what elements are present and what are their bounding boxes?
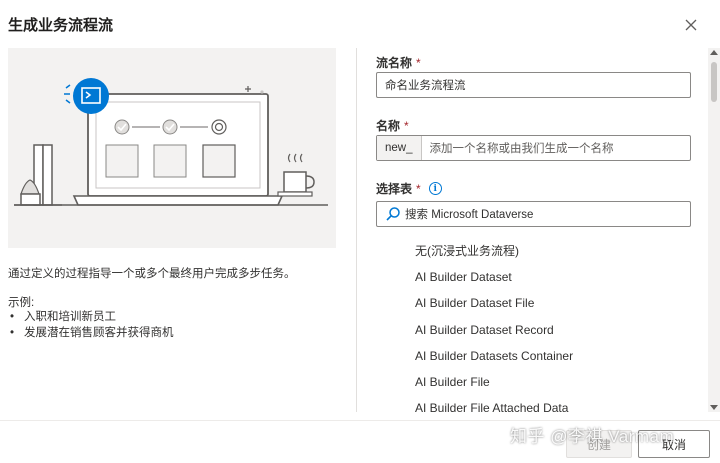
dialog-title: 生成业务流程流 (8, 17, 114, 34)
flow-name-label: 流名称 * (376, 55, 421, 71)
required-mark: * (404, 118, 409, 133)
bullet-icon: • (10, 327, 15, 339)
scroll-down-icon[interactable] (710, 405, 718, 410)
flow-name-value: 命名业务流程流 (385, 80, 466, 92)
illustration (8, 48, 336, 248)
name-label: 名称 * (376, 118, 409, 134)
close-icon (685, 19, 697, 31)
list-item[interactable]: AI Builder Dataset Record (376, 317, 702, 343)
table-search-input[interactable]: 搜索 Microsoft Dataverse (376, 201, 691, 227)
scroll-thumb[interactable] (711, 62, 717, 102)
list-item[interactable]: AI Builder File (376, 369, 702, 395)
list-item[interactable]: 无(沉浸式业务流程) (376, 238, 702, 264)
table-search-placeholder: 搜索 Microsoft Dataverse (405, 209, 534, 221)
divider (356, 48, 357, 412)
name-input[interactable]: new_ 添加一个名称或由我们生成一个名称 (376, 135, 691, 161)
scroll-up-icon[interactable] (710, 50, 718, 55)
info-icon[interactable]: i (428, 182, 442, 195)
list-item[interactable]: AI Builder File Attached Data (376, 395, 702, 421)
scrollbar[interactable] (708, 48, 720, 412)
footer-divider (0, 420, 720, 421)
list-item[interactable]: AI Builder Dataset File (376, 290, 702, 316)
name-prefix: new_ (377, 136, 422, 160)
close-button[interactable] (680, 14, 702, 36)
list-item[interactable]: AI Builder Datasets Container (376, 343, 702, 369)
bullet-icon: • (10, 311, 15, 323)
select-table-label: 选择表 * i (376, 180, 442, 197)
list-item: • 发展潜在销售顾客并获得商机 (10, 327, 174, 339)
flow-name-input[interactable]: 命名业务流程流 (376, 72, 691, 98)
search-icon (386, 207, 400, 221)
cancel-button[interactable]: 取消 (638, 430, 710, 458)
create-button[interactable]: 创建 (566, 430, 632, 458)
name-placeholder: 添加一个名称或由我们生成一个名称 (429, 143, 614, 155)
list-item[interactable]: AI Builder Dataset (376, 264, 702, 290)
required-mark: * (416, 181, 421, 196)
flow-description: 通过定义的过程指导一个或多个最终用户完成多步任务。 (8, 268, 296, 280)
examples-list: • 入职和培训新员工 • 发展潜在销售顾客并获得商机 (8, 309, 174, 341)
table-list: 无(沉浸式业务流程) AI Builder Dataset AI Builder… (376, 238, 702, 421)
list-item: • 入职和培训新员工 (10, 311, 116, 323)
required-mark: * (416, 55, 421, 70)
examples-label: 示例: (8, 297, 35, 309)
laptop-illustration (14, 78, 328, 206)
